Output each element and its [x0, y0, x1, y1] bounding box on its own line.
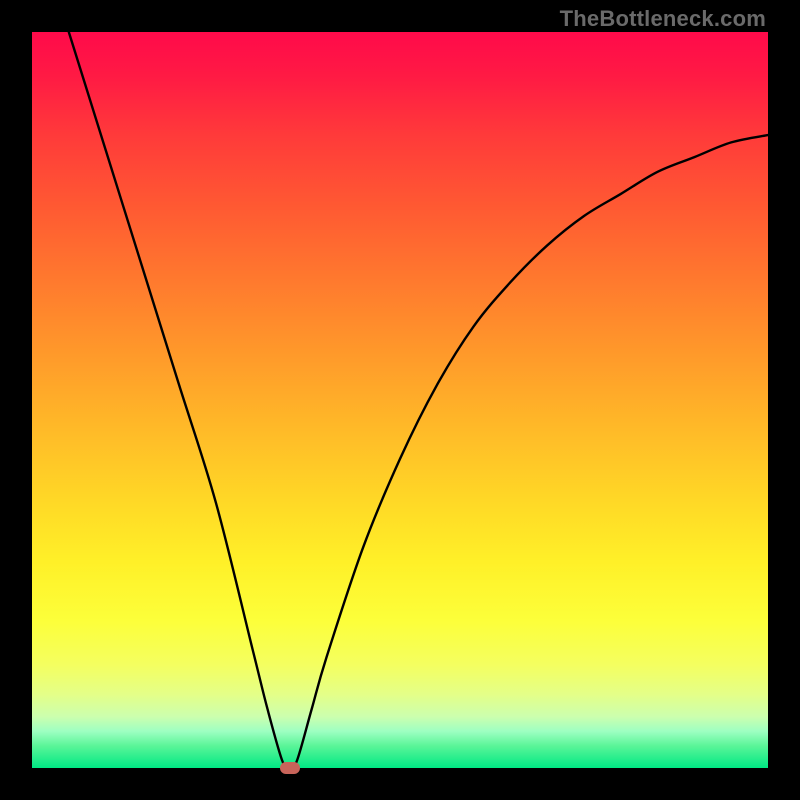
bottleneck-curve	[32, 32, 768, 768]
chart-frame: TheBottleneck.com	[0, 0, 800, 800]
optimal-marker	[280, 762, 300, 774]
watermark-text: TheBottleneck.com	[560, 6, 766, 32]
